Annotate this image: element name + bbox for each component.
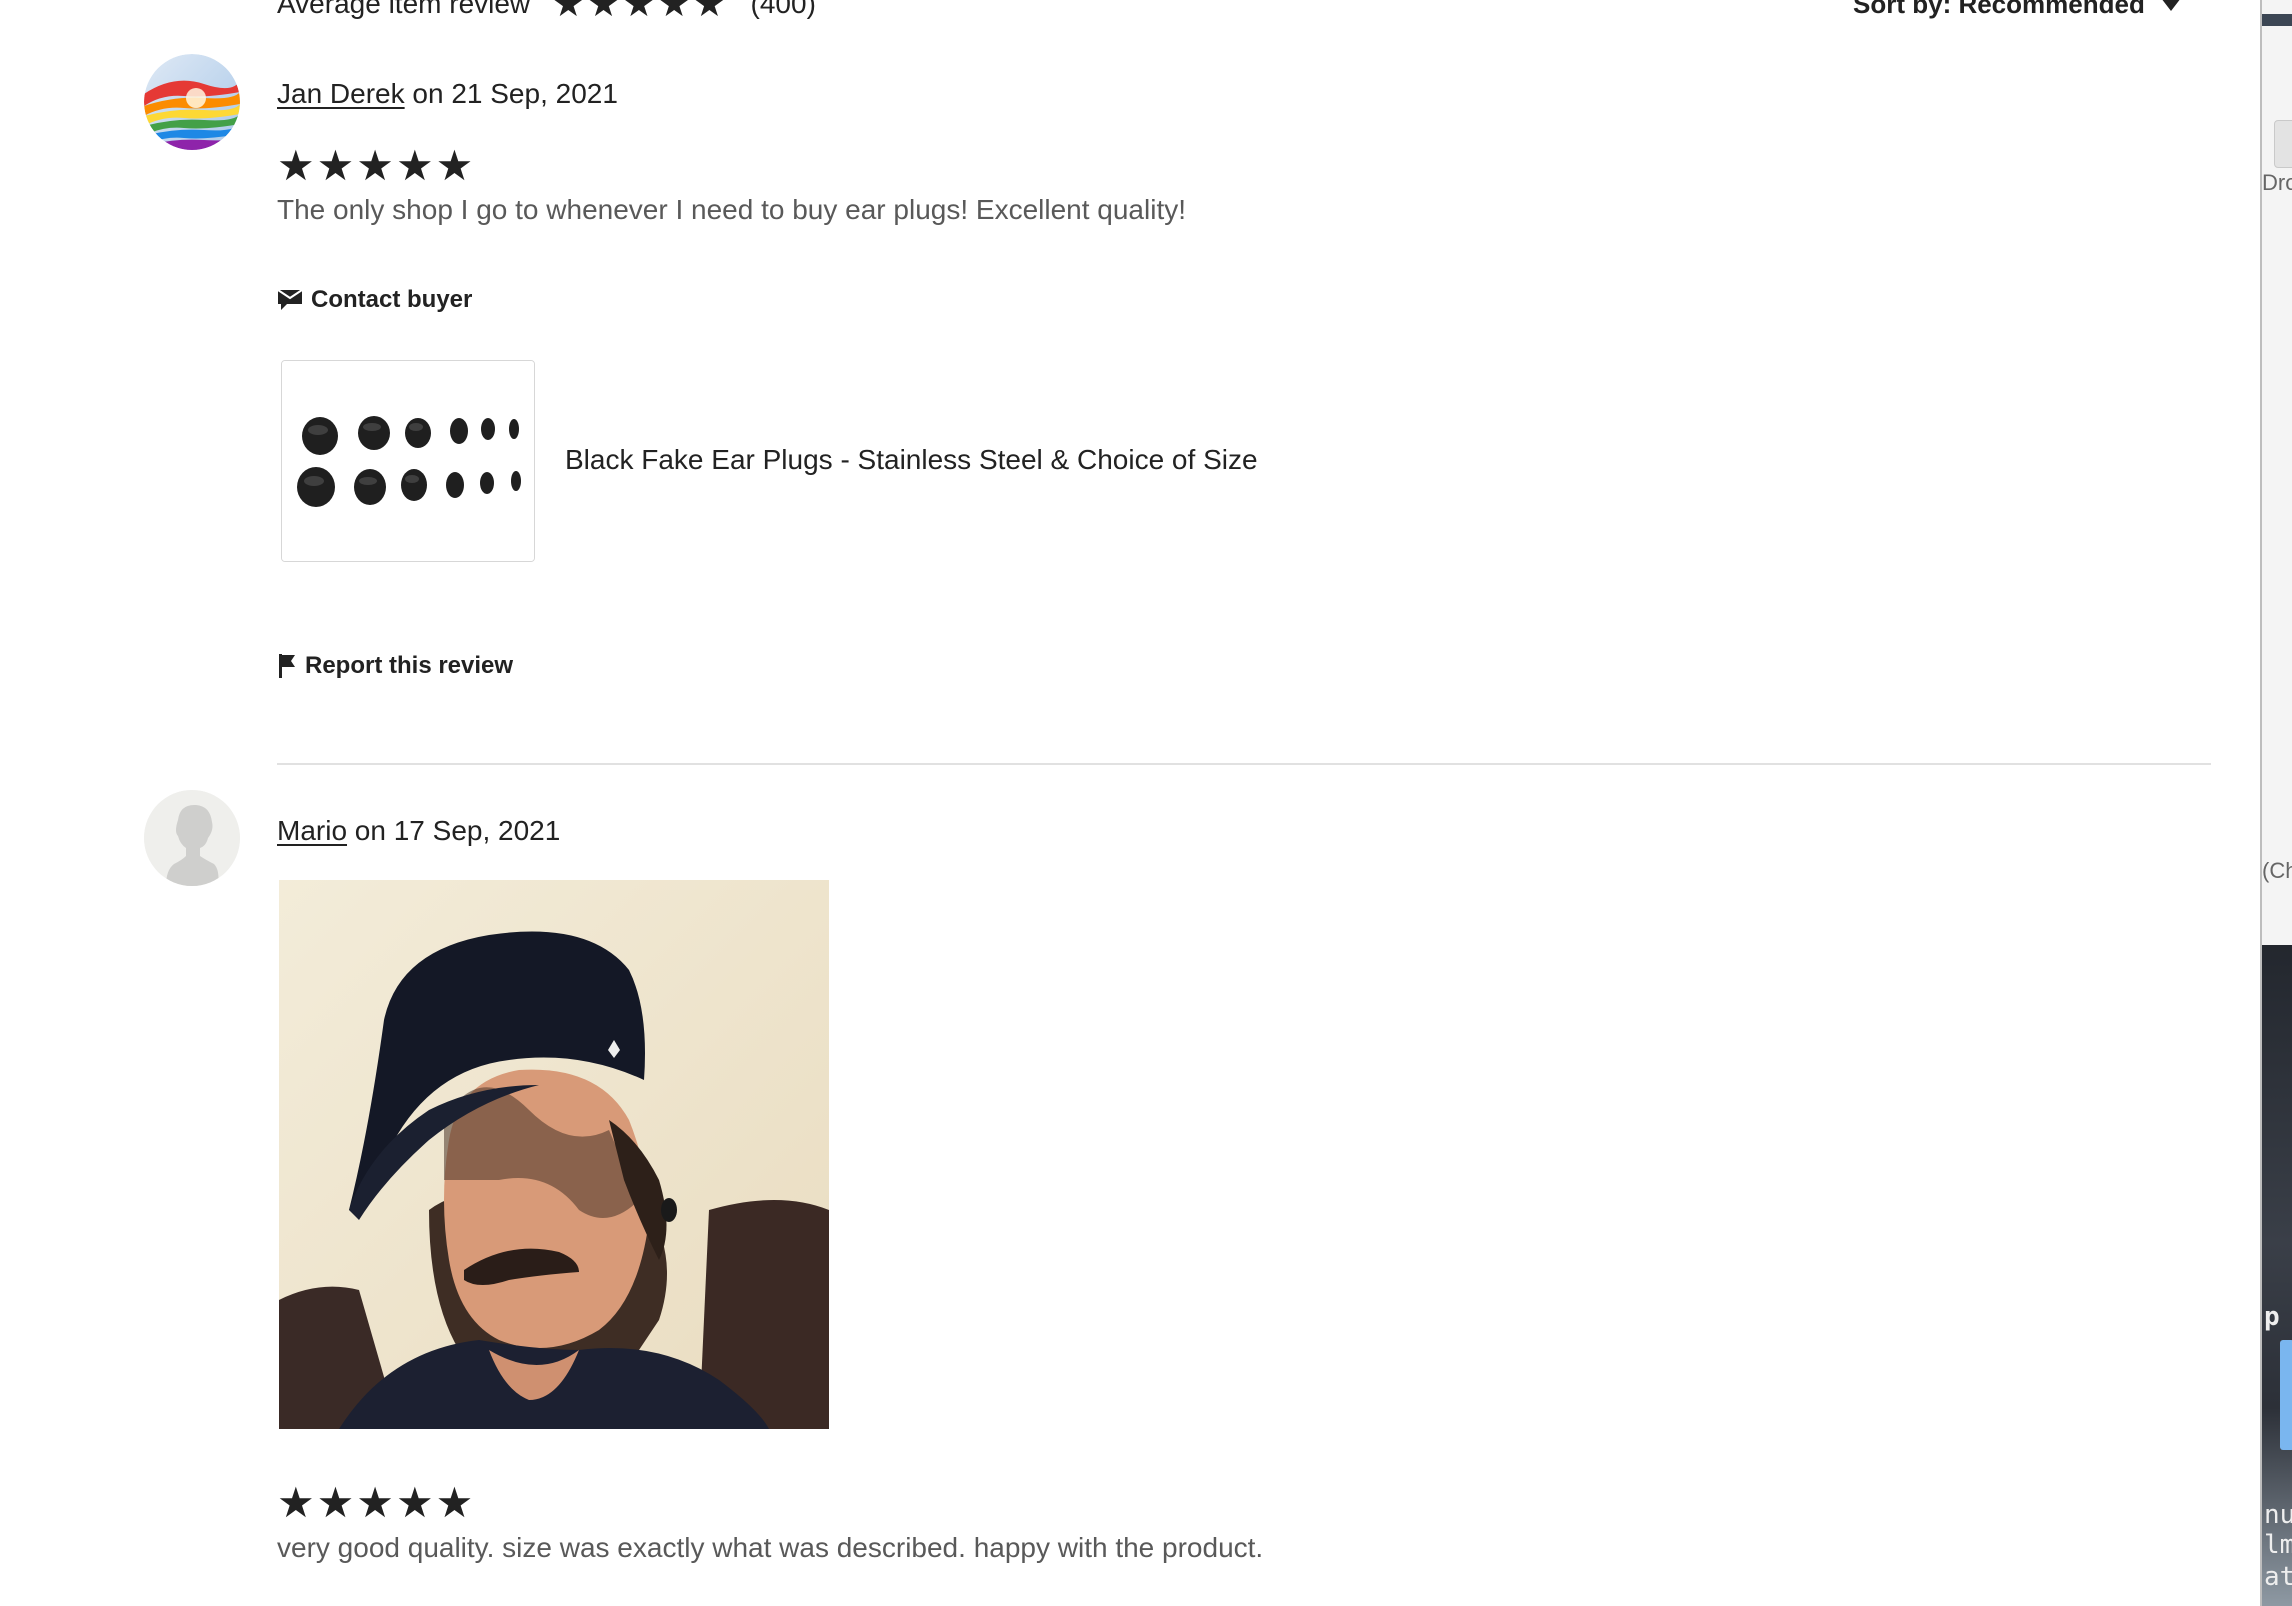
review-summary: Average item review ★★★★★ (400) <box>277 0 816 24</box>
sort-label: Sort by: Recommended <box>1853 0 2145 19</box>
product-thumbnail[interactable] <box>281 360 535 562</box>
review-text: very good quality. size was exactly what… <box>277 1532 1264 1563</box>
default-avatar-icon[interactable] <box>144 790 240 886</box>
reviewer-avatar[interactable] <box>144 54 240 150</box>
review-date: on 17 Sep, 2021 <box>354 815 561 846</box>
review-count: (400) <box>750 0 816 19</box>
dropbox-icon <box>2274 120 2292 168</box>
background-window-fragment: Dro (Ch p nu lm at <box>2260 0 2292 1606</box>
side-blue-bar <box>2280 1340 2292 1450</box>
caret-down-icon <box>2160 0 2181 11</box>
sort-dropdown[interactable]: Sort by: Recommended <box>1853 0 2181 24</box>
review-photo[interactable] <box>279 880 829 1429</box>
average-review-label: Average item review <box>277 0 531 19</box>
window-titlebar <box>2262 14 2292 26</box>
flag-icon <box>279 654 295 678</box>
envelope-icon <box>277 289 303 310</box>
review-rating-stars: ★★★★★ <box>277 142 476 189</box>
side-label: (Ch <box>2262 858 2292 883</box>
reviewer-name-link[interactable]: Jan Derek <box>277 78 405 109</box>
review-text: The only shop I go to whenever I need to… <box>277 194 1187 225</box>
report-review-button[interactable]: Report this review <box>277 652 513 680</box>
review-rating-stars: ★★★★★ <box>277 1479 476 1526</box>
side-label: at <box>2264 1562 2292 1592</box>
product-title-link[interactable]: Black Fake Ear Plugs - Stainless Steel &… <box>565 444 1258 476</box>
review-divider <box>277 763 2211 765</box>
side-label: lm <box>2264 1530 2292 1560</box>
side-label: nu <box>2264 1500 2292 1530</box>
review-date: on 21 Sep, 2021 <box>412 78 618 109</box>
side-label: Dro <box>2262 170 2292 195</box>
reviewer-name-link[interactable]: Mario <box>277 815 347 846</box>
review-byline: Jan Derek on 21 Sep, 2021 <box>277 78 618 110</box>
average-rating-stars: ★★★★★ <box>552 0 729 24</box>
review-byline: Mario on 17 Sep, 2021 <box>277 815 560 847</box>
contact-buyer-label: Contact buyer <box>311 286 473 313</box>
report-review-label: Report this review <box>305 652 514 679</box>
reviews-page: Average item review ★★★★★ (400) Sort by:… <box>0 0 2292 1606</box>
side-label: p <box>2264 1302 2280 1332</box>
contact-buyer-button[interactable]: Contact buyer <box>277 286 472 314</box>
